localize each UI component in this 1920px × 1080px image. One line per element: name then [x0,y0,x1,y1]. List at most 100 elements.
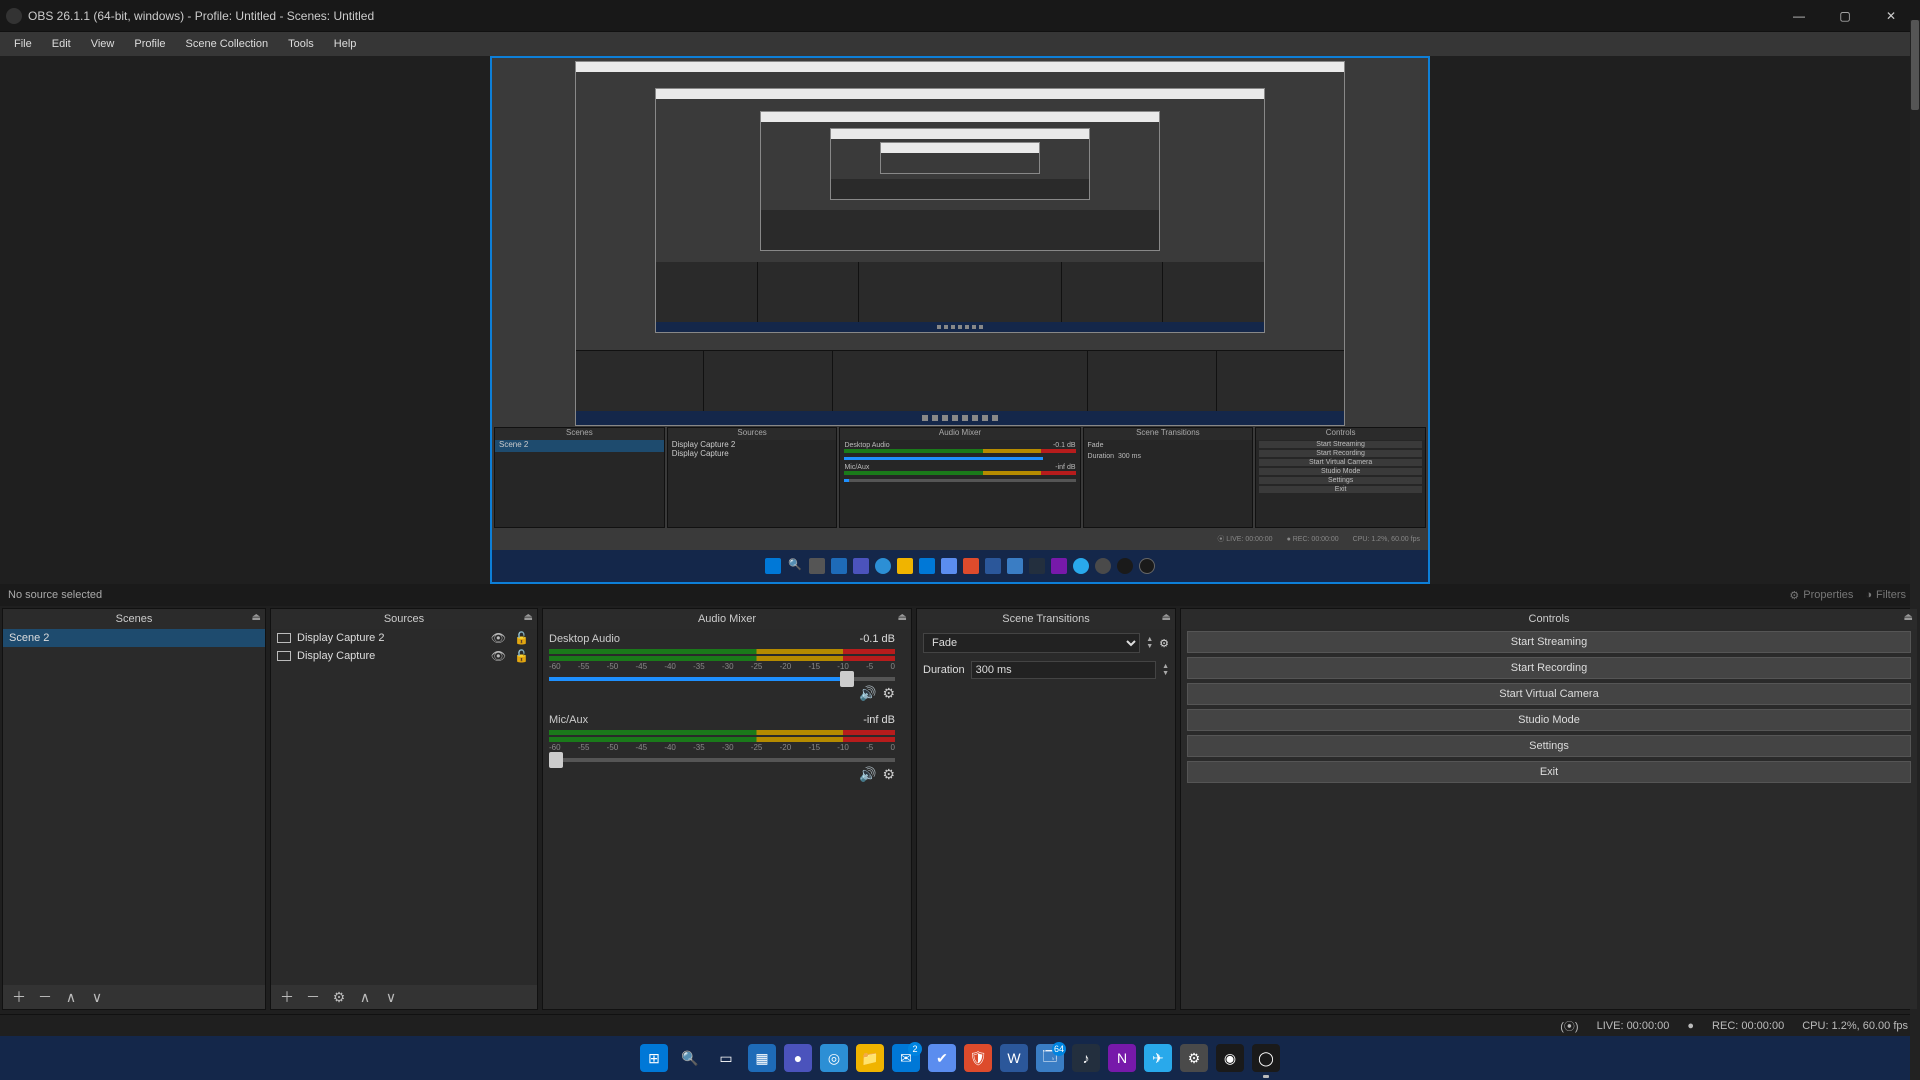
remove-scene-button[interactable]: － [37,987,53,1007]
close-button[interactable]: ✕ [1868,0,1914,32]
menu-tools[interactable]: Tools [278,32,324,56]
mail-icon[interactable]: ✉2 [892,1044,920,1072]
eject-icon[interactable]: ⏏ [524,612,533,623]
remove-source-button[interactable]: － [305,987,321,1007]
badge: 2 [908,1042,922,1056]
studio-mode-button[interactable]: Studio Mode [1187,709,1911,731]
maximize-button[interactable]: ▢ [1822,0,1868,32]
mute-button[interactable]: 🔊 [859,766,876,783]
running-indicator [1263,1075,1269,1078]
nosource-label: No source selected [8,589,102,601]
visibility-toggle[interactable]: 👁 [489,631,508,645]
settings-button[interactable]: Settings [1187,735,1911,757]
onenote-icon[interactable]: N [1108,1044,1136,1072]
search-icon[interactable]: 🔍 [676,1044,704,1072]
word-icon[interactable]: W [1000,1044,1028,1072]
mini-audio1-db: -inf dB [1055,464,1075,471]
mini-source-1: Display Capture [668,449,837,458]
scene-transitions-title[interactable]: Scene Transitions ⏏ [917,609,1175,629]
filter-icon: ◑ [1865,589,1872,601]
brave-icon[interactable]: 🛡 [964,1044,992,1072]
broadcast-status-icon: (⦿) [1560,1018,1578,1034]
menu-profile[interactable]: Profile [124,32,175,56]
add-source-button[interactable]: ＋ [279,987,295,1007]
exit-button[interactable]: Exit [1187,761,1911,783]
eject-icon[interactable]: ⏏ [898,612,907,623]
mini-scenes-title: Scenes [495,428,664,440]
cpu-status: CPU: 1.2%, 60.00 fps [1802,1020,1908,1032]
audio-settings-button[interactable]: ⚙ [882,685,895,702]
widgets-icon[interactable]: ▦ [748,1044,776,1072]
audio-track-db: -0.1 dB [860,633,895,645]
properties-button[interactable]: ⚙ Properties [1783,587,1859,604]
display-icon [277,633,291,643]
source-properties-button[interactable]: ⚙ [331,989,347,1006]
controls-title-label: Controls [1529,613,1570,625]
source-up-button[interactable]: ∧ [357,989,373,1006]
mini-trans-dur: 300 ms [1118,453,1141,460]
audio-volume-slider[interactable] [549,677,895,681]
start-icon[interactable]: ⊞ [640,1044,668,1072]
add-scene-button[interactable]: ＋ [11,987,27,1007]
transition-mode-stepper[interactable]: ▲▼ [1146,636,1153,650]
amazon-music-icon[interactable]: ♪ [1072,1044,1100,1072]
audio-mixer-title[interactable]: Audio Mixer ⏏ [543,609,911,629]
preview-canvas[interactable]: Scenes Scene 2 Sources Display Capture 2… [490,56,1430,584]
telegram-icon[interactable]: ✈ [1144,1044,1172,1072]
audio-track: Mic/Aux -inf dB -60-55-50-45-40-35-30-25… [543,710,901,791]
eject-icon[interactable]: ⏏ [1162,612,1171,623]
audio-meter [549,649,895,661]
menu-file[interactable]: File [4,32,42,56]
properties-label: Properties [1803,589,1853,601]
menu-view[interactable]: View [81,32,125,56]
todo-icon[interactable]: ✔ [928,1044,956,1072]
mini-trans-title: Scene Transitions [1084,428,1253,440]
source-item[interactable]: Display Capture 2 👁 🔓 [271,629,537,647]
scenes-panel-title[interactable]: Scenes ⏏ [3,609,265,629]
source-item[interactable]: Display Capture 👁 🔓 [271,647,537,665]
source-down-button[interactable]: ∨ [383,989,399,1006]
teams-icon[interactable]: ● [784,1044,812,1072]
scene-item[interactable]: Scene 2 [3,629,265,647]
davinci-icon[interactable]: ◉ [1216,1044,1244,1072]
transition-settings-button[interactable]: ⚙ [1159,637,1169,650]
preview-area[interactable]: Scenes Scene 2 Sources Display Capture 2… [0,56,1920,584]
visibility-toggle[interactable]: 👁 [489,649,508,663]
menu-edit[interactable]: Edit [42,32,81,56]
app-icon-1[interactable]: 🗔64 [1036,1044,1064,1072]
duration-stepper[interactable]: ▲▼ [1162,663,1169,677]
audio-scale: -60-55-50-45-40-35-30-25-20-15-10-50 [549,662,895,671]
start-streaming-button[interactable]: Start Streaming [1187,631,1911,653]
statusbar: (⦿) LIVE: 00:00:00 ● REC: 00:00:00 CPU: … [0,1014,1920,1036]
audio-settings-button[interactable]: ⚙ [882,766,895,783]
menu-help[interactable]: Help [324,32,367,56]
explorer-icon[interactable]: 📁 [856,1044,884,1072]
mini-ctrl-5: Exit [1259,486,1422,493]
minimize-button[interactable]: ― [1776,0,1822,32]
rec-status: REC: 00:00:00 [1712,1020,1784,1032]
settings-icon[interactable]: ⚙ [1180,1044,1208,1072]
eject-icon[interactable]: ⏏ [1904,612,1913,623]
mini-ctrl-3: Studio Mode [1259,468,1422,475]
controls-panel-title[interactable]: Controls ⏏ [1181,609,1917,629]
menu-scene-collection[interactable]: Scene Collection [176,32,279,56]
duration-input[interactable] [971,661,1156,679]
lock-toggle[interactable]: 🔓 [512,631,531,645]
start-recording-button[interactable]: Start Recording [1187,657,1911,679]
filters-button[interactable]: ◑ Filters [1859,587,1912,603]
titlebar: OBS 26.1.1 (64-bit, windows) - Profile: … [0,0,1920,32]
start-virtual-camera-button[interactable]: Start Virtual Camera [1187,683,1911,705]
taskview-icon[interactable]: ▭ [712,1044,740,1072]
edge-icon[interactable]: ◎ [820,1044,848,1072]
mini-ctrl-1: Start Recording [1259,450,1422,457]
mute-button[interactable]: 🔊 [859,685,876,702]
transition-mode-select[interactable]: Fade [923,633,1140,653]
scene-down-button[interactable]: ∨ [89,989,105,1006]
eject-icon[interactable]: ⏏ [252,612,261,623]
obs-icon[interactable]: ◯ [1252,1044,1280,1072]
audio-volume-slider[interactable] [549,758,895,762]
sources-panel-title[interactable]: Sources ⏏ [271,609,537,629]
lock-toggle[interactable]: 🔓 [512,649,531,663]
scene-up-button[interactable]: ∧ [63,989,79,1006]
duration-label: Duration [923,664,965,676]
